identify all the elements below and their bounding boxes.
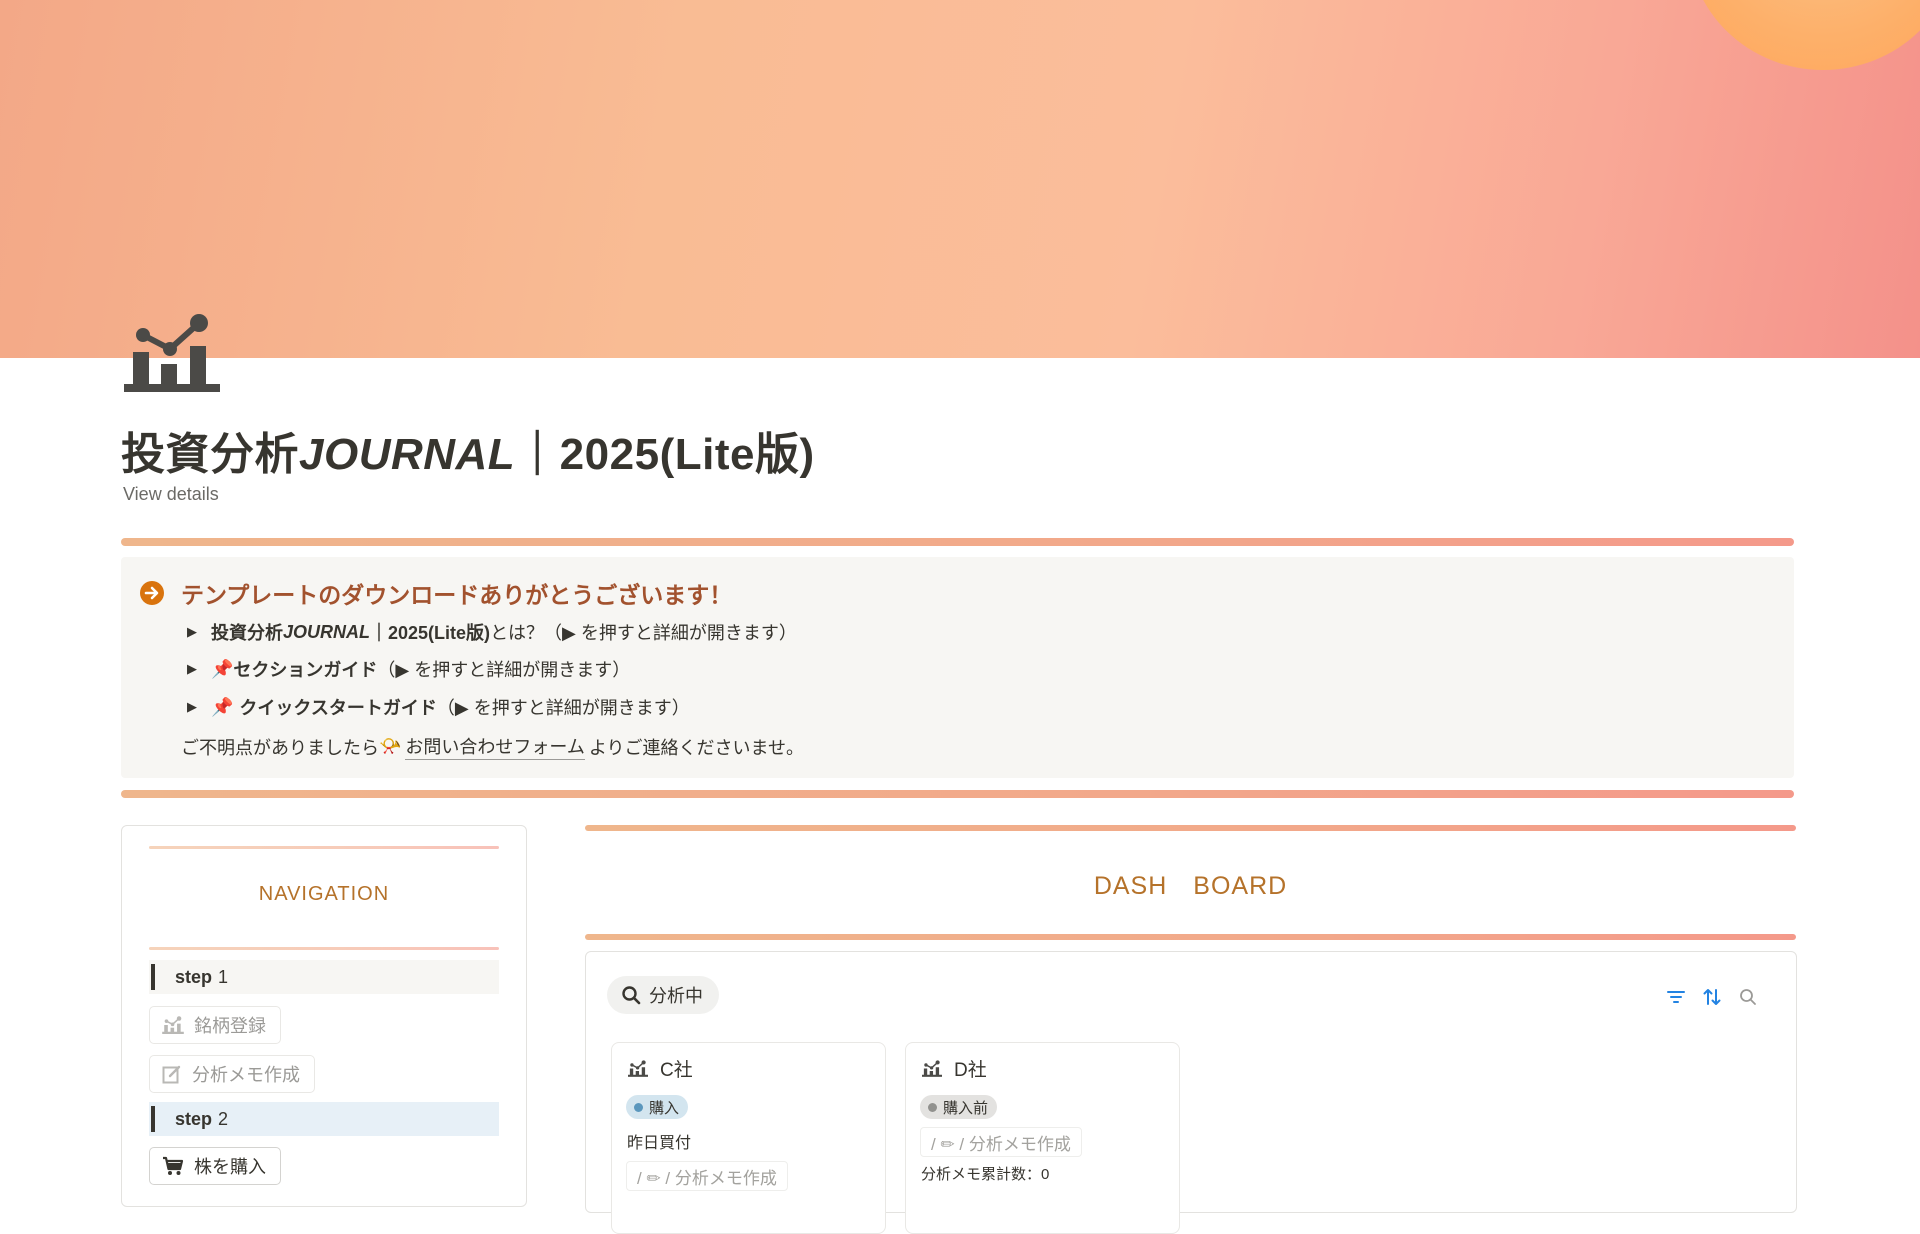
chart-person-icon bbox=[162, 1016, 184, 1034]
dashboard-divider-top bbox=[585, 825, 1796, 831]
cover-sun-shape bbox=[1688, 0, 1920, 70]
nav-divider-bottom bbox=[149, 947, 499, 950]
toggle-section-guide[interactable]: ▶ 📌 セクションガイド （▶ を押すと詳細が開きます） bbox=[187, 656, 630, 682]
buy-stock-button[interactable]: 株を購入 bbox=[149, 1147, 281, 1185]
page-title: 投資分析JOURNAL｜2025(Lite版) bbox=[121, 430, 815, 479]
cover-image bbox=[0, 0, 1920, 358]
step-1-heading: step 1 bbox=[149, 960, 499, 994]
dashboard-title: DASH BOARD bbox=[1093, 872, 1288, 900]
step-2-heading: step 2 bbox=[149, 1102, 499, 1136]
status-badge: 購入 bbox=[626, 1095, 689, 1119]
search-icon bbox=[622, 986, 641, 1005]
chart-person-icon[interactable] bbox=[124, 312, 220, 392]
register-stock-button[interactable]: 銘柄登録 bbox=[149, 1006, 281, 1044]
view-tab-analyzing[interactable]: 分析中 bbox=[607, 976, 719, 1014]
create-memo-chip[interactable]: / ✏ / 分析メモ作成 bbox=[626, 1161, 788, 1191]
view-details-link[interactable]: View details bbox=[123, 484, 219, 505]
stock-card-d[interactable]: D社 購入前 / ✏ / 分析メモ作成 分析メモ累計数：0 bbox=[905, 1042, 1180, 1234]
stock-card-c[interactable]: C社 購入 昨日買付 / ✏ / 分析メモ作成 bbox=[611, 1042, 886, 1234]
card-title: D社 bbox=[922, 1055, 987, 1082]
card-title: C社 bbox=[628, 1055, 693, 1082]
chart-person-icon bbox=[922, 1060, 942, 1077]
sort-icon[interactable] bbox=[1702, 987, 1722, 1007]
arrow-circle-icon bbox=[140, 581, 164, 605]
chart-person-icon bbox=[628, 1060, 648, 1077]
edit-note-icon bbox=[162, 1065, 181, 1084]
navigation-panel: NAVIGATION step 1 銘柄登録 分析メモ作成 step 2 株を購入 bbox=[121, 825, 527, 1207]
callout-title: テンプレートのダウンロードありがとうございます！ bbox=[181, 582, 733, 608]
navigation-title: NAVIGATION bbox=[258, 883, 390, 905]
postal-horn-icon: 📯 bbox=[379, 736, 402, 756]
welcome-callout: テンプレートのダウンロードありがとうございます！ ▶ 投資分析 JOURNAL ｜2… bbox=[121, 557, 1794, 778]
toggle-triangle-icon[interactable]: ▶ bbox=[187, 624, 211, 640]
status-badge: 購入前 bbox=[920, 1095, 998, 1119]
memo-count: 分析メモ累計数：0 bbox=[921, 1166, 1050, 1183]
toggle-quickstart-guide[interactable]: ▶ 📌 クイックスタートガイド （▶ を押すと詳細が開きます） bbox=[187, 694, 690, 720]
dashboard-board-view: 分析中 C社 購入 昨日買付 / ✏ / 分析メモ作成 D社 購入前 / ✏ /… bbox=[585, 951, 1797, 1234]
nav-divider-top bbox=[149, 846, 499, 849]
create-memo-chip[interactable]: / ✏ / 分析メモ作成 bbox=[920, 1127, 1082, 1157]
toggle-triangle-icon[interactable]: ▶ bbox=[187, 699, 211, 715]
callout-footer: ご不明点がありましたら 📯 お問い合わせフォーム よりご連絡くださいませ。 bbox=[181, 733, 804, 760]
search-icon[interactable] bbox=[1738, 987, 1758, 1007]
divider-top bbox=[121, 538, 1794, 546]
toggle-triangle-icon[interactable]: ▶ bbox=[187, 661, 211, 677]
pushpin-icon: 📌 bbox=[211, 658, 234, 679]
dashboard-divider-bottom bbox=[585, 934, 1796, 940]
divider-bottom bbox=[121, 790, 1794, 798]
contact-form-link[interactable]: お問い合わせフォーム bbox=[405, 733, 585, 760]
filter-icon[interactable] bbox=[1666, 987, 1686, 1007]
create-memo-button[interactable]: 分析メモ作成 bbox=[149, 1055, 315, 1093]
card-note: 昨日買付 bbox=[627, 1135, 692, 1152]
shopping-cart-icon bbox=[163, 1156, 184, 1175]
toggle-about[interactable]: ▶ 投資分析 JOURNAL ｜2025(Lite版) とは？（▶ を押すと詳細が開… bbox=[187, 619, 797, 645]
pushpin-icon: 📌 bbox=[211, 696, 234, 717]
